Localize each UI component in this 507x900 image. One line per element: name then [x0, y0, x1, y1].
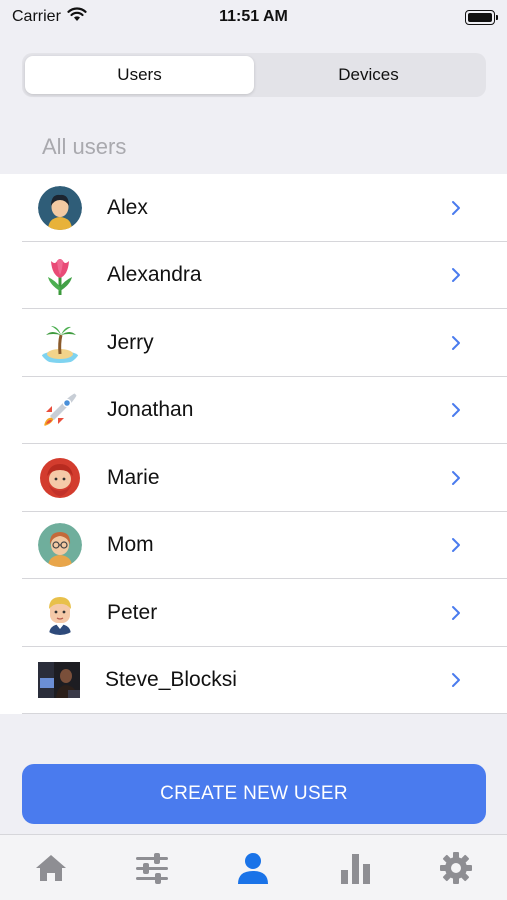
tab-users[interactable] [223, 838, 283, 898]
wifi-icon [67, 7, 87, 27]
tab-bar [0, 834, 507, 900]
chevron-right-icon [449, 403, 463, 418]
segment-devices[interactable]: Devices [254, 56, 483, 94]
gear-icon [440, 851, 473, 884]
user-list: Alex Alexandra Jerry Jonathan Marie Mom … [0, 174, 507, 714]
user-name: Mom [107, 533, 154, 557]
sliders-icon [136, 852, 169, 884]
user-icon [238, 852, 269, 884]
photo-avatar-icon [38, 662, 80, 699]
tab-home[interactable] [21, 838, 81, 898]
tulip-icon [38, 253, 82, 297]
chevron-right-icon [449, 673, 463, 688]
status-left: Carrier [12, 7, 87, 27]
user-row-peter[interactable]: Peter [0, 579, 507, 647]
user-row-steve-blocksi[interactable]: Steve_Blocksi [0, 647, 507, 715]
segment-users[interactable]: Users [25, 56, 254, 94]
create-new-user-button[interactable]: CREATE NEW USER [22, 764, 486, 824]
tab-filters[interactable] [122, 838, 182, 898]
chevron-right-icon [449, 200, 463, 215]
tab-statistics[interactable] [325, 838, 385, 898]
user-name: Alexandra [107, 263, 202, 287]
carrier-label: Carrier [12, 8, 61, 25]
chevron-right-icon [449, 268, 463, 283]
user-row-mom[interactable]: Mom [0, 512, 507, 580]
users-devices-segmented-control: Users Devices [22, 53, 486, 97]
red-hair-woman-icon [38, 456, 82, 500]
battery-icon [465, 9, 498, 25]
user-name: Marie [107, 465, 160, 489]
user-name: Jonathan [107, 398, 194, 422]
home-icon [35, 854, 66, 881]
user-row-jonathan[interactable]: Jonathan [0, 377, 507, 445]
user-name: Peter [107, 600, 158, 624]
woman-glasses-icon [38, 523, 82, 568]
user-row-jerry[interactable]: Jerry [0, 309, 507, 377]
chevron-right-icon [449, 335, 463, 350]
section-header-all-users: All users [42, 134, 127, 159]
blond-boy-icon [38, 591, 82, 635]
user-name: Alex [107, 195, 148, 219]
chevron-right-icon [449, 605, 463, 620]
rocket-icon [38, 388, 82, 432]
user-row-alexandra[interactable]: Alexandra [0, 242, 507, 310]
island-icon [38, 321, 82, 365]
status-bar: Carrier 11:51 AM [0, 0, 507, 34]
tab-settings[interactable] [426, 838, 486, 898]
user-name: Steve_Blocksi [105, 668, 237, 692]
chevron-right-icon [449, 538, 463, 553]
bar-chart-icon [340, 853, 370, 884]
user-row-alex[interactable]: Alex [0, 174, 507, 242]
user-name: Jerry [107, 330, 154, 354]
chevron-right-icon [449, 470, 463, 485]
person-dark-hair-icon [38, 185, 82, 230]
user-row-marie[interactable]: Marie [0, 444, 507, 512]
